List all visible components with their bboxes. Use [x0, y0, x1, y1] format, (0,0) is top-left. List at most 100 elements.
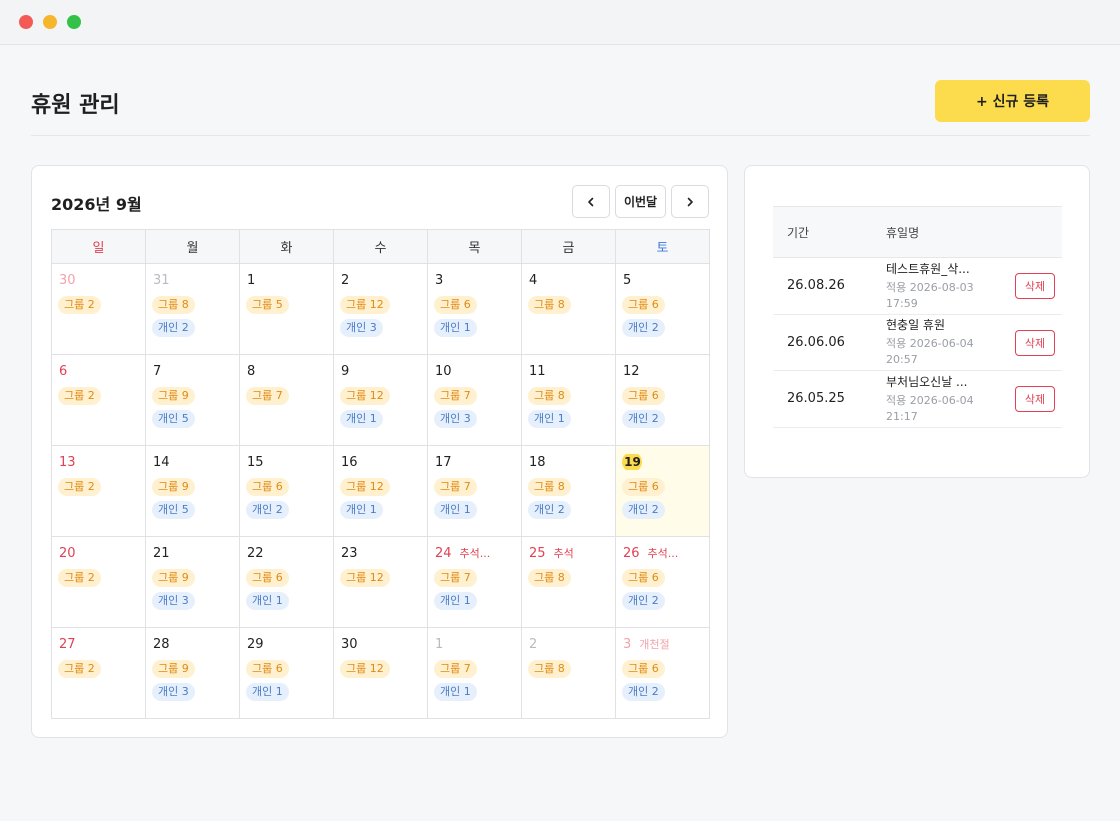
calendar-day[interactable]: 30 그룹 12 — [334, 628, 428, 719]
calendar-day[interactable]: 25 추석 그룹 8 — [522, 537, 616, 628]
personal-chip[interactable]: 개인 3 — [340, 319, 383, 337]
group-chip[interactable]: 그룹 5 — [246, 296, 289, 314]
group-chip[interactable]: 그룹 8 — [528, 296, 571, 314]
group-chip[interactable]: 그룹 12 — [340, 569, 390, 587]
group-chip[interactable]: 그룹 6 — [622, 387, 665, 405]
delete-button[interactable]: 삭제 — [1015, 273, 1055, 299]
group-chip[interactable]: 그룹 6 — [246, 569, 289, 587]
calendar-day[interactable]: 14 그룹 9 개인 5 — [146, 446, 240, 537]
calendar-day[interactable]: 30 그룹 2 — [52, 264, 146, 355]
personal-chip[interactable]: 개인 1 — [528, 410, 571, 428]
calendar-day[interactable]: 8 그룹 7 — [240, 355, 334, 446]
personal-chip[interactable]: 개인 2 — [622, 683, 665, 701]
personal-chip[interactable]: 개인 1 — [246, 592, 289, 610]
new-registration-button[interactable]: + 신규 등록 — [935, 80, 1090, 122]
calendar-day[interactable]: 12 그룹 6 개인 2 — [616, 355, 710, 446]
personal-chip[interactable]: 개인 2 — [622, 410, 665, 428]
calendar-day[interactable]: 26 추석... 그룹 6 개인 2 — [616, 537, 710, 628]
personal-chip[interactable]: 개인 3 — [152, 683, 195, 701]
personal-chip[interactable]: 개인 2 — [152, 319, 195, 337]
group-chip[interactable]: 그룹 2 — [58, 478, 101, 496]
calendar-day[interactable]: 3 개천절 그룹 6 개인 2 — [616, 628, 710, 719]
group-chip[interactable]: 그룹 12 — [340, 296, 390, 314]
calendar-day[interactable]: 10 그룹 7 개인 3 — [428, 355, 522, 446]
personal-chip[interactable]: 개인 1 — [434, 683, 477, 701]
personal-chip[interactable]: 개인 3 — [434, 410, 477, 428]
group-chip[interactable]: 그룹 7 — [434, 569, 477, 587]
group-chip[interactable]: 그룹 8 — [528, 478, 571, 496]
calendar-day[interactable]: 11 그룹 8 개인 1 — [522, 355, 616, 446]
group-chip[interactable]: 그룹 8 — [528, 660, 571, 678]
group-chip[interactable]: 그룹 9 — [152, 478, 195, 496]
calendar-day[interactable]: 9 그룹 12 개인 1 — [334, 355, 428, 446]
personal-chip[interactable]: 개인 1 — [340, 410, 383, 428]
calendar-day[interactable]: 24 추석... 그룹 7 개인 1 — [428, 537, 522, 628]
calendar-day[interactable]: 31 그룹 8 개인 2 — [146, 264, 240, 355]
calendar-day[interactable]: 27 그룹 2 — [52, 628, 146, 719]
calendar-day[interactable]: 2 그룹 12 개인 3 — [334, 264, 428, 355]
calendar-day[interactable]: 22 그룹 6 개인 1 — [240, 537, 334, 628]
group-chip[interactable]: 그룹 6 — [246, 660, 289, 678]
group-chip[interactable]: 그룹 6 — [622, 569, 665, 587]
calendar-day[interactable]: 17 그룹 7 개인 1 — [428, 446, 522, 537]
group-chip[interactable]: 그룹 12 — [340, 387, 390, 405]
personal-chip[interactable]: 개인 1 — [434, 501, 477, 519]
this-month-button[interactable]: 이번달 — [615, 185, 666, 218]
group-chip[interactable]: 그룹 9 — [152, 660, 195, 678]
calendar-day-today[interactable]: 19 그룹 6 개인 2 — [616, 446, 710, 537]
group-chip[interactable]: 그룹 8 — [528, 569, 571, 587]
group-chip[interactable]: 그룹 7 — [434, 478, 477, 496]
personal-chip[interactable]: 개인 1 — [434, 319, 477, 337]
personal-chip[interactable]: 개인 2 — [622, 319, 665, 337]
calendar-day[interactable]: 23 그룹 12 — [334, 537, 428, 628]
personal-chip[interactable]: 개인 2 — [528, 501, 571, 519]
group-chip[interactable]: 그룹 8 — [528, 387, 571, 405]
calendar-day[interactable]: 13 그룹 2 — [52, 446, 146, 537]
personal-chip[interactable]: 개인 5 — [152, 501, 195, 519]
personal-chip[interactable]: 개인 3 — [152, 592, 195, 610]
personal-chip[interactable]: 개인 2 — [622, 501, 665, 519]
group-chip[interactable]: 그룹 6 — [622, 296, 665, 314]
calendar-day[interactable]: 21 그룹 9 개인 3 — [146, 537, 240, 628]
group-chip[interactable]: 그룹 2 — [58, 296, 101, 314]
group-chip[interactable]: 그룹 6 — [246, 478, 289, 496]
minimize-window-icon[interactable] — [43, 15, 57, 29]
group-chip[interactable]: 그룹 6 — [622, 478, 665, 496]
calendar-day[interactable]: 18 그룹 8 개인 2 — [522, 446, 616, 537]
calendar-day[interactable]: 1 그룹 5 — [240, 264, 334, 355]
personal-chip[interactable]: 개인 1 — [246, 683, 289, 701]
personal-chip[interactable]: 개인 2 — [246, 501, 289, 519]
calendar-day[interactable]: 4 그룹 8 — [522, 264, 616, 355]
group-chip[interactable]: 그룹 8 — [152, 296, 195, 314]
group-chip[interactable]: 그룹 12 — [340, 478, 390, 496]
calendar-day[interactable]: 7 그룹 9 개인 5 — [146, 355, 240, 446]
personal-chip[interactable]: 개인 1 — [434, 592, 477, 610]
group-chip[interactable]: 그룹 7 — [246, 387, 289, 405]
personal-chip[interactable]: 개인 5 — [152, 410, 195, 428]
calendar-day[interactable]: 2 그룹 8 — [522, 628, 616, 719]
group-chip[interactable]: 그룹 9 — [152, 387, 195, 405]
calendar-day[interactable]: 16 그룹 12 개인 1 — [334, 446, 428, 537]
next-month-button[interactable] — [671, 185, 709, 218]
personal-chip[interactable]: 개인 1 — [340, 501, 383, 519]
calendar-day[interactable]: 29 그룹 6 개인 1 — [240, 628, 334, 719]
delete-button[interactable]: 삭제 — [1015, 329, 1055, 356]
calendar-day[interactable]: 5 그룹 6 개인 2 — [616, 264, 710, 355]
calendar-day[interactable]: 15 그룹 6 개인 2 — [240, 446, 334, 537]
calendar-day[interactable]: 6 그룹 2 — [52, 355, 146, 446]
personal-chip[interactable]: 개인 2 — [622, 592, 665, 610]
group-chip[interactable]: 그룹 2 — [58, 569, 101, 587]
group-chip[interactable]: 그룹 9 — [152, 569, 195, 587]
calendar-day[interactable]: 3 그룹 6 개인 1 — [428, 264, 522, 355]
group-chip[interactable]: 그룹 6 — [622, 660, 665, 678]
group-chip[interactable]: 그룹 2 — [58, 660, 101, 678]
group-chip[interactable]: 그룹 12 — [340, 660, 390, 678]
delete-button[interactable]: 삭제 — [1015, 386, 1055, 412]
calendar-day[interactable]: 20 그룹 2 — [52, 537, 146, 628]
group-chip[interactable]: 그룹 7 — [434, 387, 477, 405]
group-chip[interactable]: 그룹 7 — [434, 660, 477, 678]
maximize-window-icon[interactable] — [67, 15, 81, 29]
calendar-day[interactable]: 28 그룹 9 개인 3 — [146, 628, 240, 719]
group-chip[interactable]: 그룹 2 — [58, 387, 101, 405]
group-chip[interactable]: 그룹 6 — [434, 296, 477, 314]
